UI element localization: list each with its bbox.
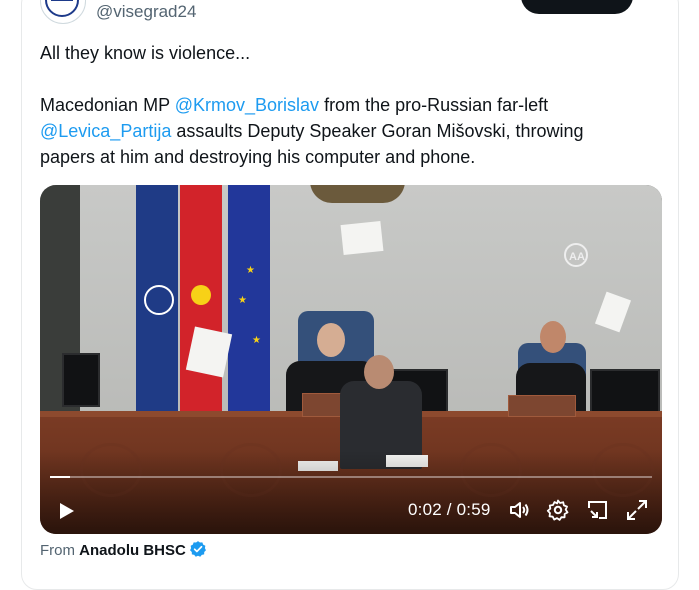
woman-head: [540, 321, 566, 353]
post-text-part-2: from the pro-Russian far-left: [319, 95, 549, 115]
volume-icon[interactable]: [507, 498, 531, 522]
subscribe-button[interactable]: Subscribe: [521, 0, 633, 14]
flying-paper: [340, 220, 384, 256]
picture-in-picture-icon[interactable]: [586, 498, 610, 522]
play-icon[interactable]: [54, 499, 78, 523]
post-text: All they know is violence... Macedonian …: [40, 40, 640, 170]
user-handle[interactable]: @visegrad24: [96, 2, 196, 22]
progress-fill: [50, 476, 71, 478]
eu-flag: ★ ★ ★: [228, 185, 270, 415]
verified-badge-icon: [189, 540, 207, 562]
source-prefix: From: [40, 542, 75, 559]
progress-bar[interactable]: [50, 476, 652, 478]
monitor-right: [590, 369, 660, 417]
settings-icon[interactable]: [546, 498, 570, 522]
svg-text:AA: AA: [569, 251, 585, 263]
macedonia-flag: [180, 185, 222, 415]
monitor-left: [62, 353, 100, 407]
avatar-logo-ring: [45, 0, 79, 17]
video-player[interactable]: ★ ★ ★ AA 0:02 / 0:59: [40, 185, 662, 534]
source-name[interactable]: Anadolu BHSC: [79, 542, 186, 559]
avatar-logo-blue-bar: [51, 0, 73, 1]
attacker-mp-head: [364, 355, 394, 389]
video-emblem: [310, 185, 405, 203]
deputy-speaker-head: [317, 323, 345, 357]
aa-logo-icon: AA: [564, 243, 588, 267]
mention-levica-partija[interactable]: @Levica_Partija: [40, 121, 171, 141]
post-line-1: All they know is violence...: [40, 43, 251, 63]
post-text-part-1: Macedonian MP: [40, 95, 175, 115]
fullscreen-icon[interactable]: [625, 498, 649, 522]
nato-flag: [136, 185, 178, 415]
post-body: Macedonian MP @Krmov_Borislav from the p…: [40, 92, 640, 170]
video-time: 0:02 / 0:59: [408, 500, 491, 519]
video-source: From Anadolu BHSC: [40, 540, 207, 562]
desk-nameplate: [508, 395, 576, 417]
mention-krmov-borislav[interactable]: @Krmov_Borislav: [175, 95, 319, 115]
